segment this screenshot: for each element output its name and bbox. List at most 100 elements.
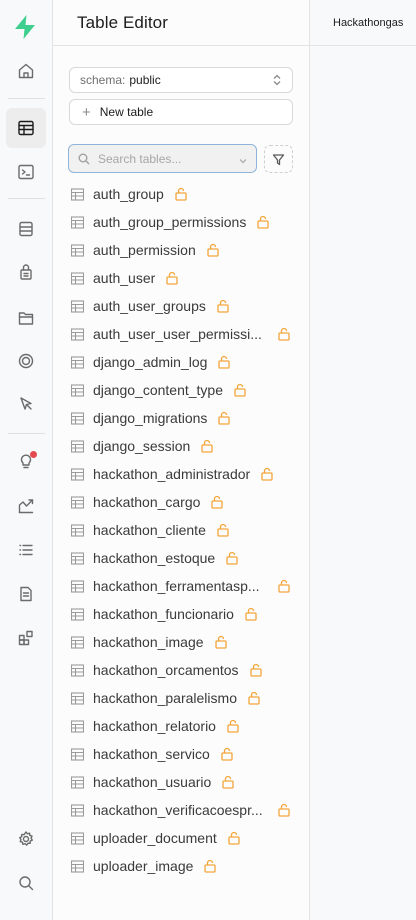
filter-icon bbox=[272, 153, 285, 165]
table-list-item[interactable]: hackathon_estoque bbox=[53, 544, 310, 572]
table-icon bbox=[70, 803, 85, 817]
chevron-down-icon[interactable] bbox=[238, 153, 248, 171]
table-icon bbox=[70, 467, 85, 481]
lock-icon bbox=[201, 439, 213, 453]
lock-icon bbox=[221, 747, 233, 761]
table-name: uploader_document bbox=[93, 830, 217, 846]
table-list-item[interactable]: auth_user bbox=[53, 264, 310, 292]
project-name[interactable]: Hackathongas bbox=[333, 17, 403, 29]
main-header: Hackathongas bbox=[310, 0, 416, 46]
table-name: auth_user bbox=[93, 270, 156, 286]
schema-select[interactable]: schema: public bbox=[69, 67, 293, 93]
magnifier-icon bbox=[78, 153, 90, 164]
table-editor-panel: Table Editor schema: public + New table … bbox=[53, 0, 310, 920]
table-list-item[interactable]: uploader_image bbox=[53, 852, 310, 880]
lock-icon bbox=[211, 495, 224, 509]
table-list-item[interactable]: auth_group bbox=[53, 180, 310, 208]
table-icon bbox=[70, 859, 85, 873]
table-list-item[interactable]: django_admin_log bbox=[53, 348, 310, 376]
storage-icon[interactable] bbox=[6, 298, 46, 338]
table-list-item[interactable]: auth_user_groups bbox=[53, 292, 310, 320]
lock-icon bbox=[218, 355, 231, 369]
table-list-item[interactable]: hackathon_servico bbox=[53, 740, 310, 768]
lock-icon bbox=[175, 187, 187, 201]
database-icon[interactable] bbox=[6, 209, 46, 249]
table-name: hackathon_paralelismo bbox=[93, 690, 237, 706]
table-editor-icon[interactable] bbox=[6, 108, 46, 148]
table-icon bbox=[70, 383, 85, 397]
table-name: hackathon_cargo bbox=[93, 494, 201, 510]
table-name: auth_user_user_permissi... bbox=[93, 326, 262, 342]
table-name: hackathon_relatorio bbox=[93, 718, 216, 734]
table-icon bbox=[70, 411, 85, 425]
supabase-logo-icon[interactable] bbox=[12, 14, 38, 40]
table-list-item[interactable]: django_session bbox=[53, 432, 310, 460]
table-name: django_migrations bbox=[93, 410, 208, 426]
table-list-item[interactable]: hackathon_image bbox=[53, 628, 310, 656]
table-name: hackathon_image bbox=[93, 634, 204, 650]
table-name: hackathon_servico bbox=[93, 746, 210, 762]
filter-button[interactable] bbox=[264, 145, 293, 173]
integrations-icon[interactable] bbox=[6, 618, 46, 658]
table-list-item[interactable]: hackathon_cliente bbox=[53, 516, 310, 544]
table-icon bbox=[70, 747, 85, 761]
chevron-up-down-icon bbox=[272, 74, 282, 86]
table-list-item[interactable]: hackathon_usuario bbox=[53, 768, 310, 796]
table-name: hackathon_administrador bbox=[93, 466, 251, 482]
lock-icon bbox=[217, 299, 229, 313]
table-name: hackathon_orcamentos bbox=[93, 662, 239, 678]
table-list-item[interactable]: hackathon_verificacoespr... bbox=[53, 796, 310, 824]
lock-icon bbox=[204, 859, 217, 873]
panel-title: Table Editor bbox=[77, 12, 168, 32]
table-icon bbox=[70, 523, 85, 537]
table-list-item[interactable]: hackathon_funcionario bbox=[53, 600, 310, 628]
settings-icon[interactable] bbox=[6, 819, 46, 859]
advisors-icon[interactable] bbox=[6, 441, 46, 481]
table-list-item[interactable]: hackathon_cargo bbox=[53, 488, 310, 516]
auth-icon[interactable] bbox=[6, 252, 46, 292]
table-icon bbox=[70, 719, 85, 733]
table-list-item[interactable]: hackathon_relatorio bbox=[53, 712, 310, 740]
plus-icon: + bbox=[82, 103, 91, 121]
lock-icon bbox=[261, 467, 273, 481]
lock-icon bbox=[234, 383, 246, 397]
lock-icon bbox=[217, 523, 229, 537]
table-icon bbox=[70, 495, 85, 509]
table-icon bbox=[70, 243, 85, 257]
table-name: auth_group bbox=[93, 186, 164, 202]
table-list-item[interactable]: uploader_document bbox=[53, 824, 310, 852]
lock-icon bbox=[222, 775, 234, 789]
lock-icon bbox=[166, 271, 178, 285]
search-icon[interactable] bbox=[6, 863, 46, 903]
table-list-item[interactable]: auth_user_user_permissi... bbox=[53, 320, 310, 348]
table-list-item[interactable]: hackathon_paralelismo bbox=[53, 684, 310, 712]
table-icon bbox=[70, 327, 85, 341]
table-list-item[interactable]: django_migrations bbox=[53, 404, 310, 432]
edge-functions-icon[interactable] bbox=[6, 384, 46, 424]
lock-icon bbox=[248, 691, 260, 705]
lock-icon bbox=[218, 411, 231, 425]
table-list-item[interactable]: auth_group_permissions bbox=[53, 208, 310, 236]
table-list-item[interactable]: hackathon_orcamentos bbox=[53, 656, 310, 684]
table-list-item[interactable]: hackathon_ferramentasp... bbox=[53, 572, 310, 600]
table-name: auth_group_permissions bbox=[93, 214, 247, 230]
table-list-item[interactable]: hackathon_administrador bbox=[53, 460, 310, 488]
logs-icon[interactable] bbox=[6, 530, 46, 570]
realtime-icon[interactable] bbox=[6, 341, 46, 381]
table-name: django_session bbox=[93, 438, 191, 454]
lock-icon bbox=[226, 551, 238, 565]
table-icon bbox=[70, 271, 85, 285]
table-list-item[interactable]: auth_permission bbox=[53, 236, 310, 264]
api-docs-icon[interactable] bbox=[6, 574, 46, 614]
home-icon[interactable] bbox=[6, 51, 46, 91]
sql-editor-icon[interactable] bbox=[6, 152, 46, 192]
lock-icon bbox=[207, 243, 219, 257]
reports-icon[interactable] bbox=[6, 486, 46, 526]
table-name: hackathon_verificacoespr... bbox=[93, 802, 263, 818]
table-list-item[interactable]: django_content_type bbox=[53, 376, 310, 404]
new-table-button[interactable]: + New table bbox=[69, 99, 293, 125]
table-name: hackathon_usuario bbox=[93, 774, 212, 790]
table-icon bbox=[70, 635, 85, 649]
search-tables-input[interactable] bbox=[98, 151, 228, 166]
table-name: hackathon_estoque bbox=[93, 550, 216, 566]
